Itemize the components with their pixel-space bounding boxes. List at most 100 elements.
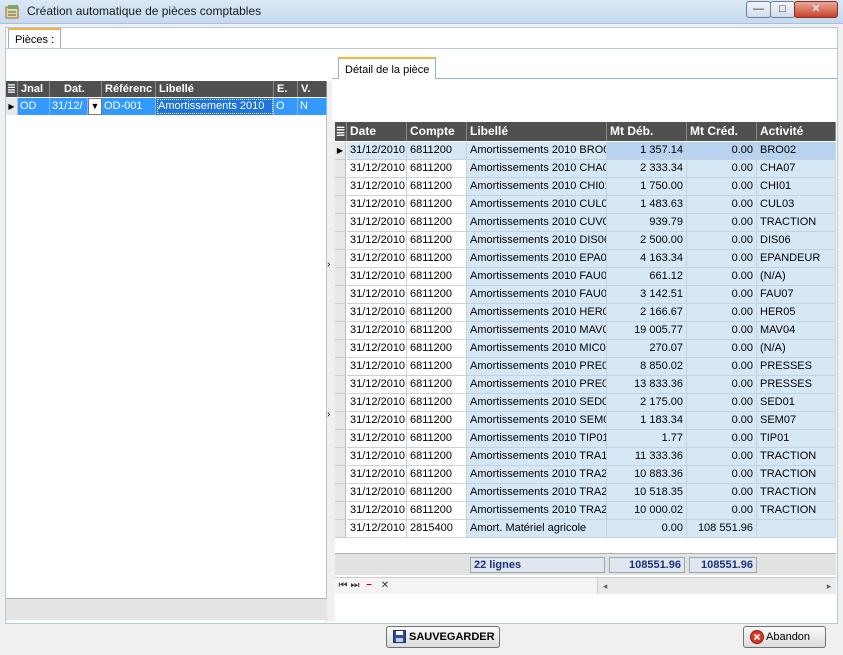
libelle-cell[interactable]: Amort. Matériel agricole bbox=[467, 520, 607, 538]
date-cell[interactable]: 31/12/2010 bbox=[347, 376, 407, 394]
column-header[interactable]: Date bbox=[347, 122, 407, 141]
date-cell[interactable]: 31/12/2010 bbox=[347, 196, 407, 214]
activite-cell[interactable]: (N/A) bbox=[757, 340, 836, 358]
compte-cell[interactable]: 6811200 bbox=[407, 304, 467, 322]
credit-cell[interactable]: 0.00 bbox=[687, 268, 757, 286]
compte-cell[interactable]: 6811200 bbox=[407, 214, 467, 232]
v-cell[interactable]: N bbox=[298, 98, 327, 115]
table-row[interactable]: 31/12/2010 6811200 Amortissements 2010 TRA… bbox=[335, 448, 836, 466]
credit-cell[interactable]: 0.00 bbox=[687, 358, 757, 376]
compte-cell[interactable]: 6811200 bbox=[407, 394, 467, 412]
expand-arrow-icon[interactable]: › bbox=[327, 259, 330, 270]
date-cell[interactable]: 31/12/2010 bbox=[347, 412, 407, 430]
activite-cell[interactable]: DIS06 bbox=[757, 232, 836, 250]
debit-cell[interactable]: 13 833.36 bbox=[607, 376, 687, 394]
table-row[interactable]: 31/12/2010 6811200 Amortissements 2010 TRA… bbox=[335, 466, 836, 484]
grid-menu-icon[interactable]: ≣ bbox=[6, 81, 18, 97]
column-header[interactable]: Référenc bbox=[102, 81, 156, 97]
horizontal-scrollbar[interactable]: ◂ ▸ bbox=[597, 578, 836, 594]
table-row[interactable]: 31/12/2010 6811200 Amortissements 2010 MAV… bbox=[335, 322, 836, 340]
activite-cell[interactable]: TIP01 bbox=[757, 430, 836, 448]
credit-cell[interactable]: 0.00 bbox=[687, 412, 757, 430]
activite-cell[interactable]: CHI01 bbox=[757, 178, 836, 196]
table-row[interactable]: 31/12/2010 6811200 Amortissements 2010 CUV… bbox=[335, 214, 836, 232]
table-row[interactable]: 31/12/2010 6811200 Amortissements 2010 MIC… bbox=[335, 340, 836, 358]
credit-cell[interactable]: 0.00 bbox=[687, 142, 757, 160]
compte-cell[interactable]: 6811200 bbox=[407, 286, 467, 304]
libelle-cell[interactable]: Amortissements 2010 FAU07 bbox=[467, 286, 607, 304]
debit-cell[interactable]: 10 883.36 bbox=[607, 466, 687, 484]
date-cell[interactable]: 31/12/ bbox=[50, 98, 88, 115]
scroll-left-icon[interactable]: ◂ bbox=[598, 578, 612, 594]
minimize-button[interactable]: — bbox=[746, 1, 771, 18]
libelle-cell[interactable]: Amortissements 2010 TRA20 bbox=[467, 466, 607, 484]
activite-cell[interactable]: TRACTION bbox=[757, 484, 836, 502]
date-cell[interactable]: 31/12/2010 bbox=[347, 268, 407, 286]
compte-cell[interactable]: 6811200 bbox=[407, 430, 467, 448]
date-cell[interactable]: 31/12/2010 bbox=[347, 484, 407, 502]
debit-cell[interactable]: 10 000.02 bbox=[607, 502, 687, 520]
credit-cell[interactable]: 0.00 bbox=[687, 448, 757, 466]
credit-cell[interactable]: 0.00 bbox=[687, 394, 757, 412]
activite-cell[interactable]: MAV04 bbox=[757, 322, 836, 340]
libelle-cell[interactable]: Amortissements 2010 BRO02 bbox=[467, 142, 607, 160]
table-row[interactable]: 31/12/2010 6811200 Amortissements 2010 PRE… bbox=[335, 376, 836, 394]
libelle-cell[interactable]: Amortissements 2010 TIP01 bbox=[467, 430, 607, 448]
credit-cell[interactable]: 0.00 bbox=[687, 502, 757, 520]
tab-pieces[interactable]: Pièces : bbox=[8, 28, 62, 48]
libelle-cell[interactable]: Amortissements 2010 PRE05 bbox=[467, 358, 607, 376]
activite-cell[interactable]: CUL03 bbox=[757, 196, 836, 214]
date-cell[interactable]: 31/12/2010 bbox=[347, 214, 407, 232]
compte-cell[interactable]: 2815400 bbox=[407, 520, 467, 538]
credit-cell[interactable]: 0.00 bbox=[687, 304, 757, 322]
libelle-cell[interactable]: Amortissements 2010 TRA21 bbox=[467, 484, 607, 502]
credit-cell[interactable]: 0.00 bbox=[687, 466, 757, 484]
credit-cell[interactable]: 0.00 bbox=[687, 340, 757, 358]
credit-cell[interactable]: 0.00 bbox=[687, 376, 757, 394]
activite-cell[interactable]: FAU07 bbox=[757, 286, 836, 304]
column-header[interactable]: Libellé bbox=[467, 122, 607, 141]
first-record-icon[interactable]: ⏮ bbox=[337, 578, 349, 594]
column-header[interactable]: Activité bbox=[757, 122, 836, 141]
compte-cell[interactable]: 6811200 bbox=[407, 412, 467, 430]
debit-cell[interactable]: 8 850.02 bbox=[607, 358, 687, 376]
abandon-button[interactable]: Abandon bbox=[743, 626, 826, 648]
activite-cell[interactable]: TRACTION bbox=[757, 466, 836, 484]
activite-cell[interactable]: EPANDEUR bbox=[757, 250, 836, 268]
libelle-cell[interactable]: Amortissements 2010 TRA22 bbox=[467, 502, 607, 520]
date-cell[interactable]: 31/12/2010 bbox=[347, 520, 407, 538]
column-header[interactable]: Mt Déb. bbox=[607, 122, 687, 141]
libelle-cell[interactable]: Amortissements 2010 bbox=[156, 98, 274, 115]
compte-cell[interactable]: 6811200 bbox=[407, 358, 467, 376]
grid-menu-icon[interactable]: ≣ bbox=[335, 122, 347, 141]
maximize-button[interactable]: □ bbox=[770, 1, 795, 18]
panel-splitter[interactable]: › › bbox=[327, 81, 335, 621]
credit-cell[interactable]: 0.00 bbox=[687, 178, 757, 196]
debit-cell[interactable]: 2 175.00 bbox=[607, 394, 687, 412]
expand-arrow-icon[interactable]: › bbox=[327, 409, 330, 420]
debit-cell[interactable]: 0.00 bbox=[607, 520, 687, 538]
last-record-icon[interactable]: ⏭ bbox=[349, 578, 361, 594]
credit-cell[interactable]: 0.00 bbox=[687, 214, 757, 232]
compte-cell[interactable]: 6811200 bbox=[407, 466, 467, 484]
compte-cell[interactable]: 6811200 bbox=[407, 250, 467, 268]
compte-cell[interactable]: 6811200 bbox=[407, 178, 467, 196]
column-header[interactable]: Compte bbox=[407, 122, 467, 141]
delete-record-icon[interactable]: − bbox=[363, 578, 375, 594]
table-row[interactable]: 31/12/2010 6811200 Amortissements 2010 FAU… bbox=[335, 286, 836, 304]
tab-detail[interactable]: Détail de la pièce bbox=[338, 57, 437, 79]
date-cell[interactable]: 31/12/2010 bbox=[347, 358, 407, 376]
date-cell[interactable]: 31/12/2010 bbox=[347, 430, 407, 448]
credit-cell[interactable]: 0.00 bbox=[687, 250, 757, 268]
table-row[interactable]: 31/12/2010 6811200 Amortissements 2010 CHA… bbox=[335, 160, 836, 178]
activite-cell[interactable]: PRESSES bbox=[757, 376, 836, 394]
debit-cell[interactable]: 1.77 bbox=[607, 430, 687, 448]
compte-cell[interactable]: 6811200 bbox=[407, 448, 467, 466]
activite-cell[interactable]: BRO02 bbox=[757, 142, 836, 160]
table-row[interactable]: 31/12/2010 6811200 Amortissements 2010 SED… bbox=[335, 394, 836, 412]
debit-cell[interactable]: 1 357.14 bbox=[607, 142, 687, 160]
compte-cell[interactable]: 6811200 bbox=[407, 340, 467, 358]
column-header[interactable]: Mt Créd. bbox=[687, 122, 757, 141]
table-row[interactable]: 31/12/2010 6811200 Amortissements 2010 TRA… bbox=[335, 502, 836, 520]
compte-cell[interactable]: 6811200 bbox=[407, 322, 467, 340]
